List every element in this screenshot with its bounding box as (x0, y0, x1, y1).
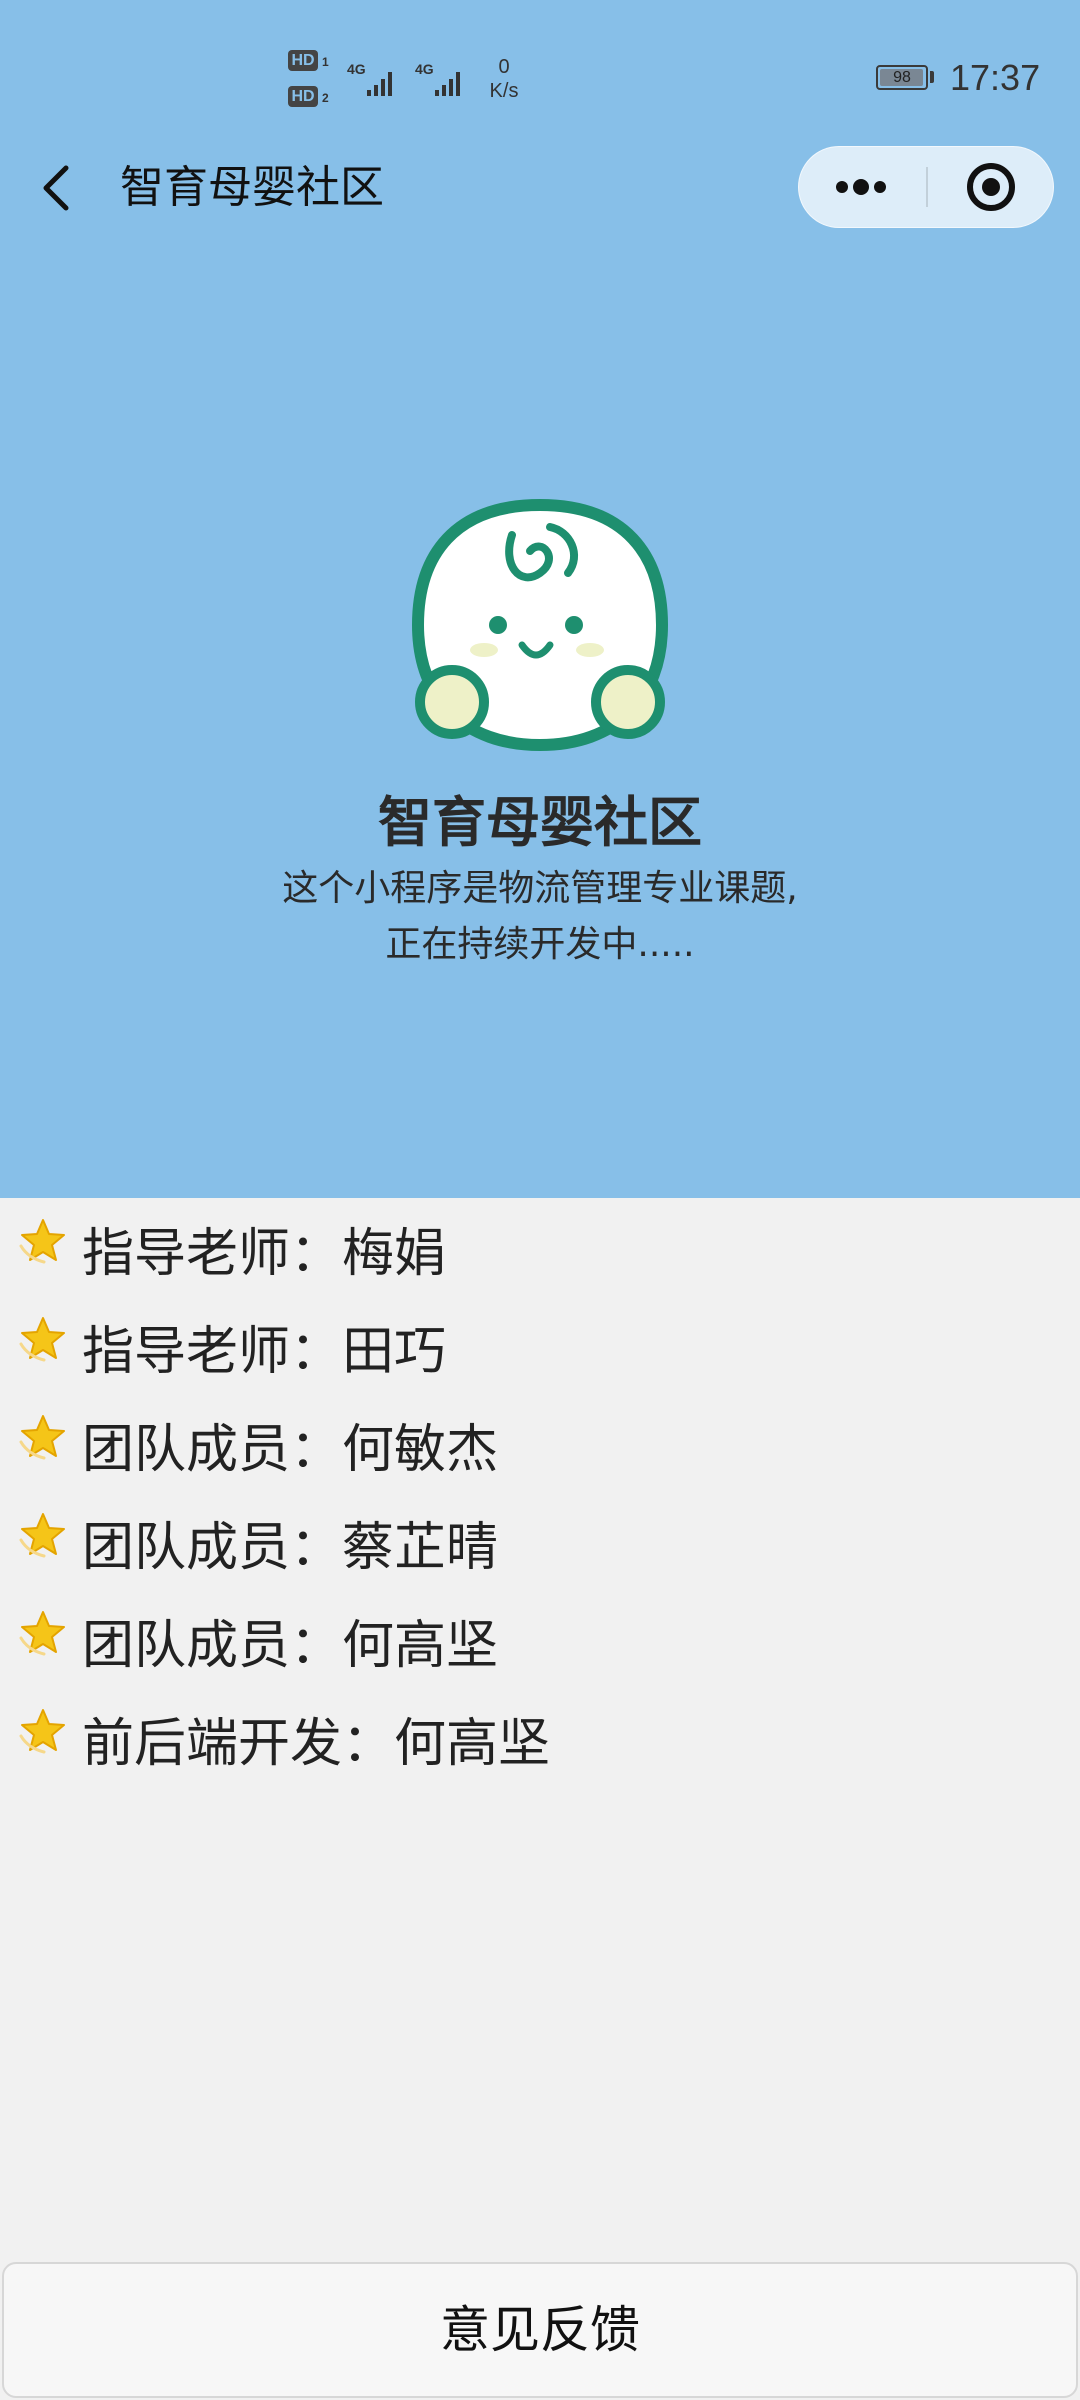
network-speed: 0 K/s (484, 55, 524, 103)
list-item: 团队成员：何敏杰 (0, 1406, 1080, 1504)
star-icon (19, 1219, 65, 1264)
member-text: 团队成员：何高坚 (82, 1616, 499, 1676)
star-icon (19, 1611, 65, 1656)
list-item: 前后端开发：何高坚 (0, 1700, 1080, 1798)
clock: 17:37 (950, 57, 1041, 98)
mini-program-capsule (798, 146, 1054, 228)
list-item: 团队成员：何高坚 (0, 1602, 1080, 1700)
hero-title: 智育母婴社区 (378, 791, 702, 854)
member-text: 团队成员：蔡芷晴 (82, 1518, 499, 1578)
star-icon (19, 1415, 65, 1460)
list-item: 团队成员：蔡芷晴 (0, 1504, 1080, 1602)
battery-cap (930, 71, 934, 83)
nav-title: 智育母婴社区 (120, 162, 384, 213)
signal-1-label: 4G (347, 61, 366, 77)
baby-face-logo (411, 498, 669, 752)
member-text: 指导老师：梅娟 (82, 1224, 447, 1284)
list-item: 指导老师：田巧 (0, 1308, 1080, 1406)
battery-level: 98 (893, 69, 911, 86)
list-item: 指导老师：梅娟 (0, 1210, 1080, 1308)
network-speed-value: 0 (498, 56, 510, 78)
star-icon (19, 1513, 65, 1558)
back-arrow-icon[interactable] (36, 162, 76, 214)
battery-icon: 98 (876, 65, 928, 90)
feedback-button[interactable]: 意见反馈 (2, 2262, 1078, 2398)
hero-description-line-2: 正在持续开发中..... (385, 924, 695, 965)
close-mini-program-icon[interactable] (927, 147, 1055, 227)
hd-badge-1: HD (288, 50, 318, 71)
network-speed-unit: K/s (489, 80, 519, 102)
star-icon (19, 1317, 65, 1362)
star-icon (19, 1709, 65, 1754)
signal-strength-icon-1: 4G (347, 61, 392, 96)
member-text: 指导老师：田巧 (82, 1322, 447, 1382)
member-text: 团队成员：何敏杰 (82, 1420, 499, 1480)
hd-badge-2-sub: 2 (322, 91, 329, 105)
hero-description-line-1: 这个小程序是物流管理专业课题, (282, 868, 798, 909)
signal-2-label: 4G (415, 61, 434, 77)
signal-strength-icon-2: 4G (415, 61, 460, 96)
hd-badge-1-sub: 1 (322, 55, 329, 69)
hd-badge-2: HD (288, 86, 318, 107)
member-text: 前后端开发：何高坚 (82, 1714, 551, 1774)
more-options-icon[interactable] (799, 147, 927, 227)
